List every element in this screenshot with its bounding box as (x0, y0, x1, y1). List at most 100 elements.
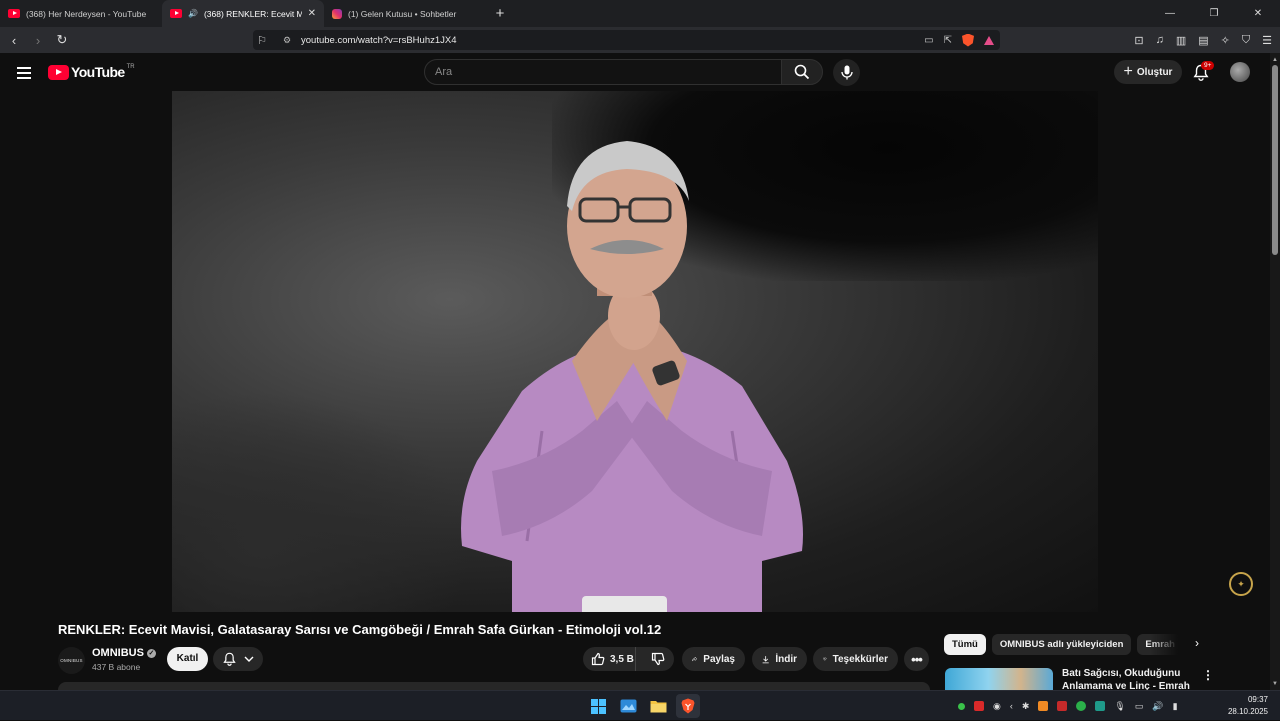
scrollbar-thumb[interactable] (1272, 65, 1278, 255)
account-avatar[interactable] (1230, 62, 1250, 82)
notifications-button[interactable]: 9+ (1193, 61, 1215, 86)
bluetooth-icon[interactable]: ✱ (1022, 701, 1030, 712)
thumbs-up-icon (591, 652, 605, 666)
system-tray: ◉ ‹ ✱ 🎙 ▭ 🔊 ▮ (958, 691, 1178, 721)
notification-badge: 9+ (1201, 61, 1215, 70)
dislike-button[interactable] (642, 652, 674, 666)
browser-tab-strip: (368) Her Nerdeysen - YouTube 🔊 (368) RE… (0, 0, 1280, 27)
subscription-bell-button[interactable] (213, 647, 263, 671)
search-icon (794, 64, 810, 80)
time: 09:37 (1247, 695, 1268, 704)
more-actions-button[interactable]: ••• (904, 647, 929, 671)
like-count: 3,5 B (610, 653, 634, 665)
site-info-icon[interactable]: ⚙ (279, 35, 295, 46)
create-label: Oluştur (1136, 66, 1173, 78)
share-button[interactable]: Paylaş (682, 647, 745, 671)
chip-all[interactable]: Tümü (944, 634, 986, 655)
scroll-up-icon[interactable]: ▲ (1270, 57, 1280, 63)
media-icon[interactable]: ♫ (1156, 34, 1164, 46)
screenshot-icon[interactable]: ⊡ (1134, 34, 1143, 47)
url-text[interactable]: youtube.com/watch?v=rsBHuhz1JX4 (301, 35, 457, 46)
channel-name: OMNIBUS (92, 647, 144, 659)
chevron-right-icon[interactable]: › (1189, 636, 1205, 654)
date: 28.10.2025 (1227, 707, 1268, 716)
recommended-video-title[interactable]: Batı Sağcısı, Okuduğunu Anlamama ve Linç… (1062, 667, 1192, 690)
reload-icon[interactable]: ↻ (52, 32, 72, 48)
browser-tab[interactable]: (1) Gelen Kutusu • Sohbetler (324, 0, 486, 27)
close-window-icon[interactable]: ✕ (1236, 0, 1280, 27)
page-scrollbar[interactable]: ▲ ▼ (1270, 53, 1280, 690)
tray-arrow-icon[interactable]: ‹ (1010, 701, 1013, 711)
join-button[interactable]: Katıl (167, 647, 208, 671)
nvidia-icon[interactable] (958, 702, 965, 710)
bookmark-icon[interactable]: ⚐ (251, 34, 273, 47)
volume-icon[interactable]: 🔊 (1152, 701, 1163, 712)
vpn-icon[interactable]: ⛉ (1242, 34, 1250, 47)
video-letterbox (1098, 91, 1270, 612)
cast-icon[interactable]: ▭ (924, 35, 933, 46)
channel-watermark-icon[interactable]: ✦ (1229, 572, 1253, 596)
start-button[interactable] (586, 694, 610, 718)
description-box[interactable] (58, 682, 930, 690)
channel-avatar[interactable]: OMNIBUS (58, 647, 85, 674)
menu-icon[interactable]: ☰ (1262, 34, 1272, 47)
browser-tab-active[interactable]: 🔊 (368) RENKLER: Ecevit Mavisi ✕ (162, 0, 324, 27)
clock[interactable]: 09:37 28.10.2025 (1226, 694, 1268, 718)
chevron-down-icon (244, 656, 253, 662)
bell-icon (222, 652, 236, 666)
svg-text:$: $ (824, 659, 825, 661)
wallet-icon[interactable]: ▤ (1198, 34, 1208, 47)
share-icon (692, 656, 698, 662)
video-player[interactable] (172, 91, 1098, 612)
back-icon[interactable]: ‹ (4, 33, 24, 48)
network-icon[interactable]: ▭ (1135, 701, 1144, 712)
voice-search-button[interactable] (833, 59, 860, 86)
minimize-icon[interactable]: — (1148, 0, 1192, 27)
thanks-button[interactable]: $ Teşekkürler (813, 647, 898, 671)
steam-icon[interactable]: ◉ (993, 701, 1001, 712)
recommended-video-thumbnail[interactable] (945, 668, 1053, 690)
taskbar-app[interactable] (646, 694, 670, 718)
tray-app-icon[interactable] (1095, 701, 1106, 711)
new-tab-button[interactable]: + (488, 5, 512, 22)
speaker-icon[interactable]: 🔊 (188, 9, 198, 18)
thumbs-down-icon (652, 652, 665, 666)
brave-rewards-icon[interactable] (984, 35, 994, 45)
file-explorer-icon (650, 701, 666, 713)
sidebar-icon[interactable]: ▥ (1176, 34, 1186, 47)
brave-browser-icon (681, 698, 695, 714)
more-horizontal-icon: ••• (911, 651, 923, 667)
leo-ai-icon[interactable]: ✧ (1221, 34, 1230, 47)
tray-app-icon[interactable] (1038, 701, 1049, 711)
more-vertical-icon[interactable]: ⋮ (1202, 668, 1214, 682)
youtube-logo[interactable]: YouTube TR (48, 64, 135, 80)
tray-app-icon[interactable] (1057, 701, 1068, 711)
hamburger-menu-icon[interactable] (17, 67, 31, 82)
scroll-down-icon[interactable]: ▼ (1270, 681, 1280, 687)
youtube-header: YouTube TR Ara + Oluştur 9+ (0, 53, 1270, 91)
tray-app-icon[interactable] (974, 701, 984, 711)
taskbar-app-active[interactable] (676, 694, 700, 718)
like-button[interactable]: 3,5 B (583, 647, 637, 671)
search-button[interactable] (781, 59, 823, 85)
thanks-label: Teşekkürler (832, 653, 888, 665)
forward-icon[interactable]: › (28, 33, 48, 48)
tray-app-icon[interactable] (1076, 701, 1087, 711)
share-page-icon[interactable]: ⇱ (944, 35, 952, 46)
chip-from-uploader[interactable]: OMNIBUS adlı yükleyiciden (991, 634, 1132, 655)
video-background-texture (172, 391, 472, 612)
restore-icon[interactable]: ❐ (1192, 0, 1236, 27)
microphone-tray-icon[interactable]: 🎙 (1114, 701, 1125, 712)
create-button[interactable]: + Oluştur (1114, 60, 1182, 84)
taskbar-app[interactable] (616, 694, 640, 718)
battery-icon[interactable]: ▮ (1173, 701, 1178, 712)
close-tab-icon[interactable]: ✕ (308, 8, 316, 19)
address-bar[interactable]: ⚐ ⚙ youtube.com/watch?v=rsBHuhz1JX4 ▭ ⇱ (253, 30, 1000, 50)
windows-icon (590, 698, 606, 714)
channel-name-link[interactable]: OMNIBUS ✓ (92, 647, 156, 659)
browser-tab[interactable]: (368) Her Nerdeysen - YouTube (0, 0, 162, 27)
verified-icon: ✓ (146, 648, 156, 658)
download-button[interactable]: İndir (752, 647, 807, 671)
search-input[interactable]: Ara (424, 59, 782, 85)
brave-shields-icon[interactable] (962, 33, 974, 47)
